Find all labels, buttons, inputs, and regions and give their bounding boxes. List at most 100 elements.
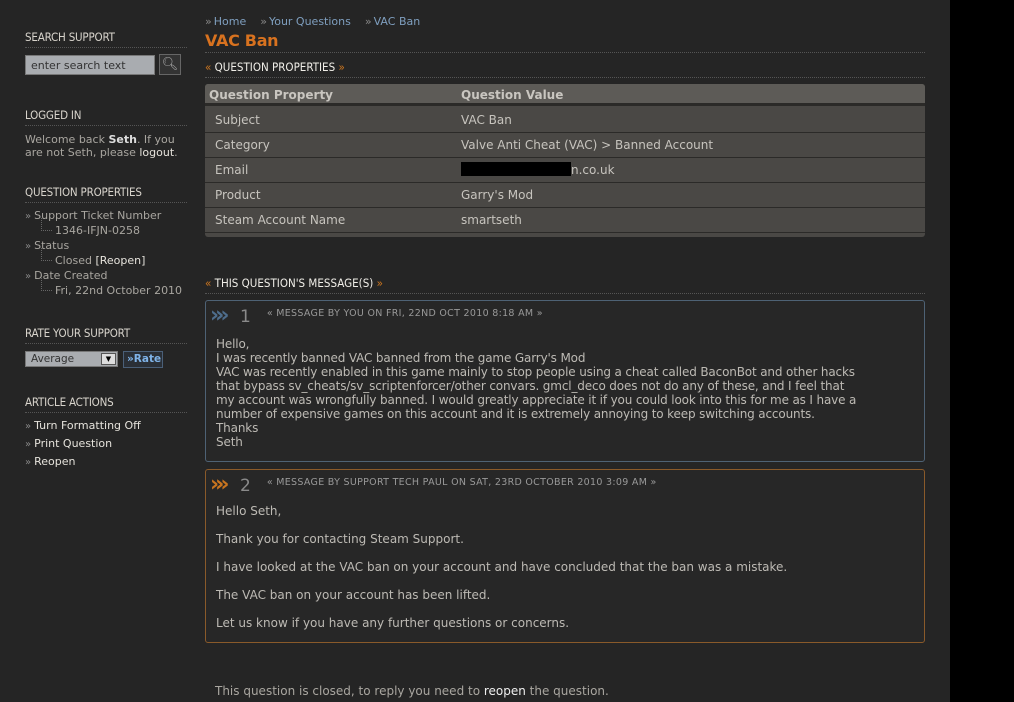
message-line: my account was wrongfully banned. I woul… — [216, 393, 856, 407]
message-line: Thanks — [216, 421, 856, 435]
message-line: number of expensive games on this accoun… — [216, 407, 856, 421]
message-line: VAC was recently enabled in this game ma… — [216, 365, 856, 379]
label: Your Questions — [269, 15, 351, 28]
label: QUESTION PROPERTIES — [215, 60, 336, 74]
chevron-icon: » — [25, 457, 31, 468]
cell: Email — [205, 158, 455, 182]
question-properties-heading: QUESTION PROPERTIES — [25, 185, 187, 203]
closed-text: This question is closed, to reply you ne… — [215, 684, 484, 698]
column-header: Question Value — [455, 84, 925, 103]
message-2: »»2 « MESSAGE BY SUPPORT TECH PAUL ON SAT… — [205, 469, 925, 643]
label: Turn Formatting Off — [34, 419, 141, 432]
message-header: »»1« MESSAGE BY YOU ON FRI, 22ND OCT 201… — [210, 303, 543, 331]
chevron-icon: » — [25, 241, 31, 252]
cell: VAC Ban — [455, 108, 925, 132]
message-line: Thank you for contacting Steam Support. — [216, 532, 787, 560]
chevron-left-icon: « — [205, 60, 211, 74]
message-body: Hello,I was recently banned VAC banned f… — [216, 337, 856, 449]
chevron-icon: » — [260, 15, 267, 28]
article-actions-heading: ARTICLE ACTIONS — [25, 395, 187, 413]
search-heading: SEARCH SUPPORT — [25, 30, 187, 48]
cell: Valve Anti Cheat (VAC) > Banned Account — [455, 133, 925, 157]
message-line: Seth — [216, 435, 856, 449]
closed-text-end: the question. — [526, 684, 609, 698]
cell: Product — [205, 183, 455, 207]
message-body: Hello Seth,Thank you for contacting Stea… — [216, 504, 787, 644]
message-line: that bypass sv_cheats/sv_scriptenforcer/… — [216, 379, 856, 393]
question-properties-section-heading: « QUESTION PROPERTIES » — [205, 60, 925, 78]
rate-heading: RATE YOUR SUPPORT — [25, 326, 187, 344]
label: Home — [214, 15, 246, 28]
cell: Category — [205, 133, 455, 157]
status-value: Closed — [55, 254, 92, 267]
message-meta: « MESSAGE BY SUPPORT TECH PAUL ON SAT, 2… — [267, 477, 657, 488]
chevron-icon: » — [365, 15, 372, 28]
welcome-end: . — [174, 146, 178, 159]
prop-date-value: Fri, 22nd October 2010 — [55, 284, 182, 297]
label: Print Question — [34, 437, 112, 450]
rate-button[interactable]: »Rate — [123, 351, 163, 368]
column-header: Question Property — [205, 84, 455, 103]
redaction-bar — [461, 162, 571, 176]
logged-in-heading: LOGGED IN — [25, 108, 187, 126]
breadcrumb-home[interactable]: »Home — [205, 15, 246, 28]
closed-notice: This question is closed, to reply you ne… — [215, 684, 609, 698]
page-margin — [950, 0, 1014, 702]
rating-select[interactable]: Average▼ — [25, 351, 118, 367]
welcome-pre: Welcome back — [25, 133, 108, 146]
action-print-question[interactable]: »Print Question — [25, 436, 112, 452]
search-button[interactable]: 🔍︎ — [159, 54, 181, 75]
message-1: »»1« MESSAGE BY YOU ON FRI, 22ND OCT 201… — [205, 300, 925, 462]
username: Seth — [108, 133, 136, 146]
label: Reopen — [34, 455, 75, 468]
prop-ticket-value: 1346-IFJN-0258 — [55, 224, 140, 237]
table-row: ProductGarry's Mod — [205, 183, 925, 208]
breadcrumb-your-questions[interactable]: »Your Questions — [260, 15, 351, 28]
chevron-right-icon: » — [338, 60, 344, 74]
reopen-link[interactable]: [Reopen] — [95, 254, 145, 267]
double-chevron-icon: »» — [210, 472, 236, 498]
message-line: Let us know if you have any further ques… — [216, 616, 787, 644]
message-header: »»2 « MESSAGE BY SUPPORT TECH PAUL ON SAT… — [210, 472, 657, 500]
action-turn-formatting-off[interactable]: »Turn Formatting Off — [25, 418, 141, 434]
message-number: 2 — [240, 472, 251, 500]
rating-value: Average — [31, 353, 74, 365]
label: VAC Ban — [374, 15, 421, 28]
chevron-right-icon: » — [377, 276, 383, 290]
prop-date-label: »Date Created — [25, 268, 107, 284]
message-meta: « MESSAGE BY YOU ON FRI, 22ND OCT 2010 8… — [267, 308, 543, 319]
cell: Steam Account Name — [205, 208, 455, 232]
search-icon: 🔍︎ — [162, 57, 179, 72]
message-line: The VAC ban on your account has been lif… — [216, 588, 787, 616]
cell: Garry's Mod — [455, 183, 925, 207]
message-line: I have looked at the VAC ban on your acc… — [216, 560, 787, 588]
cell: n.co.uk — [455, 158, 925, 182]
cell: smartseth — [455, 208, 925, 232]
page-title: VAC Ban — [205, 31, 925, 53]
label: THIS QUESTION'S MESSAGE(S) — [215, 276, 374, 290]
cell: Subject — [205, 108, 455, 132]
label: Support Ticket Number — [34, 209, 161, 222]
search-input[interactable]: enter search text — [25, 55, 155, 75]
reopen-link[interactable]: reopen — [484, 684, 526, 698]
breadcrumb-vac-ban[interactable]: »VAC Ban — [365, 15, 420, 28]
table-row: SubjectVAC Ban — [205, 108, 925, 133]
chevron-icon: » — [205, 15, 212, 28]
email-visible-part: n.co.uk — [571, 163, 615, 177]
chevron-left-icon: « — [205, 276, 211, 290]
chevron-icon: » — [25, 271, 31, 282]
table-row: Email n.co.uk — [205, 158, 925, 183]
chevron-icon: » — [25, 421, 31, 432]
message-line: Hello, — [216, 337, 856, 351]
properties-table: Question PropertyQuestion Value SubjectV… — [205, 84, 925, 237]
chevron-icon: » — [25, 439, 31, 450]
message-number: 1 — [240, 303, 251, 331]
chevron-icon: » — [25, 211, 31, 222]
welcome-text: Welcome back Seth. If you are not Seth, … — [25, 133, 187, 159]
messages-section-heading: « THIS QUESTION'S MESSAGE(S) » — [205, 276, 925, 294]
action-reopen[interactable]: »Reopen — [25, 454, 76, 470]
breadcrumb: »Home»Your Questions»VAC Ban — [205, 15, 434, 28]
prop-status-value: Closed [Reopen] — [55, 254, 145, 267]
logout-link[interactable]: logout — [139, 146, 174, 159]
table-header: Question PropertyQuestion Value — [205, 84, 925, 106]
